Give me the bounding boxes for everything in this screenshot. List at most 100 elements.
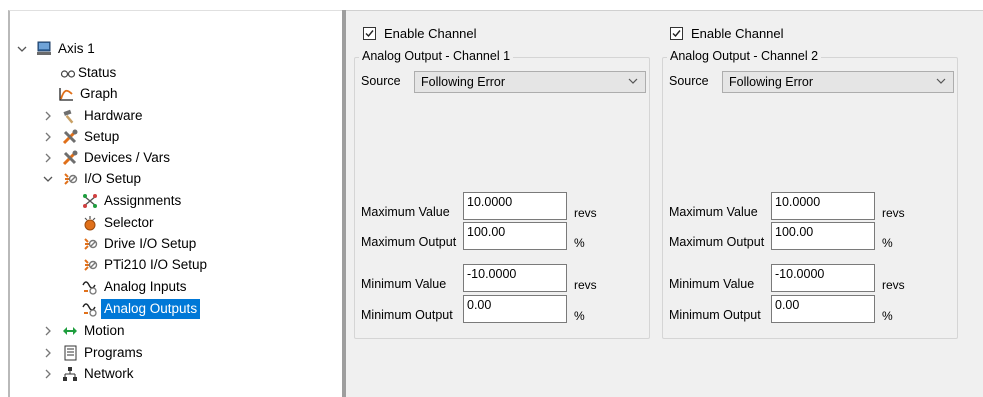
tree-item-status[interactable]: Status bbox=[60, 63, 116, 83]
selector-icon bbox=[82, 215, 98, 231]
chevron-right-icon[interactable] bbox=[42, 347, 54, 359]
chevron-right-icon[interactable] bbox=[42, 110, 54, 122]
glasses-icon bbox=[60, 65, 76, 81]
min-output-label: Minimum Output bbox=[361, 308, 453, 322]
source-label: Source bbox=[669, 74, 709, 88]
tree-item-label: Status bbox=[78, 65, 117, 80]
min-value-input[interactable]: -10.0000 bbox=[463, 264, 567, 292]
tree-item-label: Setup bbox=[84, 129, 120, 144]
source-label: Source bbox=[361, 74, 401, 88]
chevron-down-icon bbox=[627, 75, 639, 90]
checkbox-checked-icon[interactable] bbox=[670, 27, 683, 40]
chevron-right-icon[interactable] bbox=[42, 152, 54, 164]
group-title: Analog Output - Channel 2 bbox=[667, 49, 822, 63]
max-output-input[interactable]: 100.00 bbox=[463, 222, 567, 250]
tree-item-label: Assignments bbox=[104, 193, 182, 208]
max-value-label: Maximum Value bbox=[669, 205, 758, 219]
max-value-unit: revs bbox=[574, 206, 597, 220]
tree-item-programs[interactable]: Programs bbox=[42, 343, 143, 363]
tree-item-label: Network bbox=[84, 366, 134, 381]
tools-icon bbox=[62, 150, 78, 166]
chevron-down-icon[interactable] bbox=[16, 43, 28, 55]
checkbox-checked-icon[interactable] bbox=[363, 27, 376, 40]
max-output-input[interactable]: 100.00 bbox=[771, 222, 875, 250]
min-output-unit: % bbox=[882, 309, 893, 323]
min-value-input[interactable]: -10.0000 bbox=[771, 264, 875, 292]
source-selected-value: Following Error bbox=[729, 75, 814, 89]
channel-2-group: Analog Output - Channel 2 Source Followi… bbox=[662, 49, 958, 339]
tree-item-hardware[interactable]: Hardware bbox=[42, 106, 143, 126]
chevron-right-icon[interactable] bbox=[42, 131, 54, 143]
chevron-down-icon bbox=[935, 75, 947, 90]
tree-item-network[interactable]: Network bbox=[42, 364, 134, 384]
enable-channel-label: Enable Channel bbox=[691, 26, 784, 41]
tools-icon bbox=[62, 129, 78, 145]
io-icon bbox=[82, 257, 98, 273]
tree-item-pti210-io-setup[interactable]: PTi210 I/O Setup bbox=[82, 255, 207, 275]
max-output-label: Maximum Output bbox=[669, 235, 765, 249]
min-output-label: Minimum Output bbox=[669, 308, 761, 322]
tree-item-label: Programs bbox=[84, 345, 143, 360]
tree-item-label: I/O Setup bbox=[84, 171, 142, 186]
max-value-label: Maximum Value bbox=[361, 205, 450, 219]
enable-channel-2-checkbox[interactable]: Enable Channel bbox=[670, 26, 784, 41]
tree-item-label: PTi210 I/O Setup bbox=[104, 257, 208, 272]
assignments-icon bbox=[82, 193, 98, 209]
channel-1-group: Analog Output - Channel 1 Source Followi… bbox=[354, 49, 650, 339]
analog-icon bbox=[82, 279, 98, 295]
max-output-unit: % bbox=[882, 236, 893, 250]
tree-item-devices-vars[interactable]: Devices / Vars bbox=[42, 148, 170, 168]
tree-item-analog-inputs[interactable]: Analog Inputs bbox=[82, 277, 187, 297]
tree-item-label: Motion bbox=[84, 323, 125, 338]
tree-item-axis-1[interactable]: Axis 1 bbox=[16, 39, 95, 59]
max-value-input[interactable]: 10.0000 bbox=[463, 192, 567, 220]
source-selected-value: Following Error bbox=[421, 75, 506, 89]
tree-item-graph[interactable]: Graph bbox=[58, 84, 118, 104]
max-value-unit: revs bbox=[882, 206, 905, 220]
tree-item-label: Devices / Vars bbox=[84, 150, 171, 165]
tree-item-selector[interactable]: Selector bbox=[82, 213, 154, 233]
tree-item-label: Graph bbox=[80, 86, 118, 101]
enable-channel-label: Enable Channel bbox=[384, 26, 477, 41]
analog-icon bbox=[82, 301, 98, 317]
tree-item-motion[interactable]: Motion bbox=[42, 321, 125, 341]
tree-item-label: Axis 1 bbox=[58, 41, 95, 56]
min-output-input[interactable]: 0.00 bbox=[771, 295, 875, 323]
io-icon bbox=[82, 236, 98, 252]
max-output-unit: % bbox=[574, 236, 585, 250]
tree-item-label: Drive I/O Setup bbox=[104, 236, 197, 251]
max-output-label: Maximum Output bbox=[361, 235, 457, 249]
tree-item-assignments[interactable]: Assignments bbox=[82, 191, 181, 211]
min-value-label: Minimum Value bbox=[669, 277, 755, 291]
network-icon bbox=[62, 366, 78, 382]
motion-arrows-icon bbox=[62, 323, 78, 339]
min-output-unit: % bbox=[574, 309, 585, 323]
min-value-unit: revs bbox=[574, 278, 597, 292]
tree-item-io-setup[interactable]: I/O Setup bbox=[42, 169, 141, 189]
computer-icon bbox=[36, 41, 52, 57]
navigation-tree: Axis 1 Status Graph Hardware Setup Devic… bbox=[8, 10, 342, 397]
source-dropdown[interactable]: Following Error bbox=[722, 71, 954, 93]
chevron-right-icon[interactable] bbox=[42, 368, 54, 380]
group-title: Analog Output - Channel 1 bbox=[359, 49, 514, 63]
tree-item-analog-outputs[interactable]: Analog Outputs bbox=[82, 299, 201, 319]
max-value-input[interactable]: 10.0000 bbox=[771, 192, 875, 220]
chevron-down-icon[interactable] bbox=[42, 173, 54, 185]
source-dropdown[interactable]: Following Error bbox=[414, 71, 646, 93]
tree-item-label: Analog Outputs bbox=[101, 299, 201, 319]
analog-outputs-panel: Enable Channel Analog Output - Channel 1… bbox=[346, 10, 983, 397]
min-output-input[interactable]: 0.00 bbox=[463, 295, 567, 323]
document-icon bbox=[62, 345, 78, 361]
min-value-unit: revs bbox=[882, 278, 905, 292]
min-value-label: Minimum Value bbox=[361, 277, 447, 291]
tree-item-drive-io-setup[interactable]: Drive I/O Setup bbox=[82, 234, 196, 254]
tree-item-label: Hardware bbox=[84, 108, 143, 123]
enable-channel-1-checkbox[interactable]: Enable Channel bbox=[363, 26, 477, 41]
io-icon bbox=[62, 171, 78, 187]
tree-item-label: Analog Inputs bbox=[104, 279, 187, 294]
tree-item-label: Selector bbox=[104, 215, 154, 230]
tree-item-setup[interactable]: Setup bbox=[42, 127, 119, 147]
graph-icon bbox=[58, 86, 74, 102]
hammer-icon bbox=[62, 108, 78, 124]
chevron-right-icon[interactable] bbox=[42, 325, 54, 337]
